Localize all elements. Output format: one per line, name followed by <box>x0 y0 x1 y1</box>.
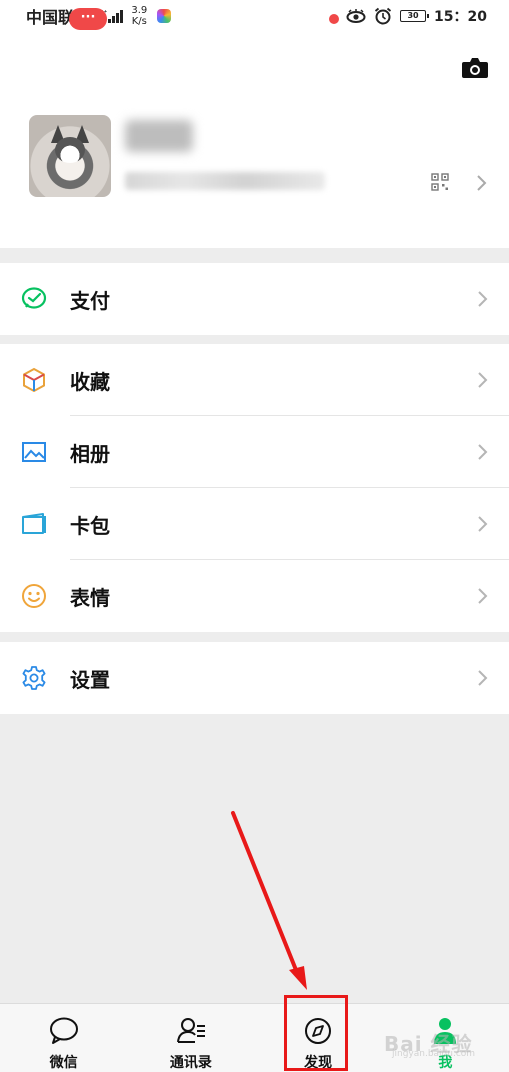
menu-item-album[interactable]: 相册 <box>0 416 509 488</box>
menu-label-pay: 支付 <box>70 288 110 313</box>
gear-icon <box>22 666 46 690</box>
eye-icon <box>346 9 366 23</box>
alarm-icon <box>374 7 392 25</box>
highlight-box <box>284 995 348 1071</box>
menu-item-settings[interactable]: 设置 <box>0 642 509 714</box>
qr-code-icon[interactable] <box>431 173 449 191</box>
wallet-check-icon <box>21 287 47 309</box>
battery-icon: 30 <box>400 10 430 22</box>
chat-bubble-icon <box>49 1017 78 1044</box>
network-speed: 3.9 K/s <box>131 5 147 27</box>
settings-group: 设置 <box>0 642 509 714</box>
watermark-sub: jingyan.baidu.com <box>392 1049 476 1059</box>
content-group: 收藏 相册 卡包 表情 <box>0 344 509 632</box>
menu-label-album: 相册 <box>70 441 110 466</box>
chevron-right-icon <box>478 444 488 460</box>
menu-label-settings: 设置 <box>70 667 110 692</box>
contacts-icon <box>176 1018 205 1043</box>
card-wallet-icon <box>22 513 46 534</box>
status-right: 30 15：20 <box>346 6 487 26</box>
chevron-right-icon <box>478 670 488 686</box>
discover-red-dot <box>328 13 340 25</box>
speed-unit: K/s <box>131 16 147 27</box>
unread-badge: ··· <box>69 8 107 30</box>
wechat-id-blurred <box>125 172 325 190</box>
menu-label-favorites: 收藏 <box>70 369 110 394</box>
menu-item-stickers[interactable]: 表情 <box>0 560 509 632</box>
menu-item-favorites[interactable]: 收藏 <box>0 344 509 416</box>
profile-header[interactable] <box>0 32 509 248</box>
menu-item-cards[interactable]: 卡包 <box>0 488 509 560</box>
tab-label-chats: 微信 <box>49 1055 78 1071</box>
chevron-right-icon <box>478 588 488 604</box>
speed-value: 3.9 <box>131 5 148 16</box>
camera-icon[interactable] <box>460 56 490 80</box>
pay-group: 支付 <box>0 263 509 335</box>
menu-label-stickers: 表情 <box>70 585 110 610</box>
profile-name-blurred <box>125 120 193 152</box>
app-notification-icon <box>157 9 172 23</box>
menu-item-pay[interactable]: 支付 <box>0 263 509 335</box>
avatar[interactable] <box>29 115 111 197</box>
signal-icon <box>108 9 124 23</box>
chevron-right-icon <box>477 175 487 191</box>
tab-contacts[interactable]: 通讯录 <box>127 1004 254 1072</box>
menu-label-cards: 卡包 <box>70 513 110 538</box>
picture-icon <box>22 442 46 462</box>
chevron-right-icon <box>478 372 488 388</box>
cube-icon <box>23 367 45 393</box>
chevron-right-icon <box>478 291 488 307</box>
tab-chats[interactable]: 微信 <box>0 1004 127 1072</box>
smiley-icon <box>22 584 46 608</box>
clock: 15：20 <box>434 9 487 25</box>
chevron-right-icon <box>478 516 488 532</box>
tab-label-contacts: 通讯录 <box>169 1055 212 1071</box>
